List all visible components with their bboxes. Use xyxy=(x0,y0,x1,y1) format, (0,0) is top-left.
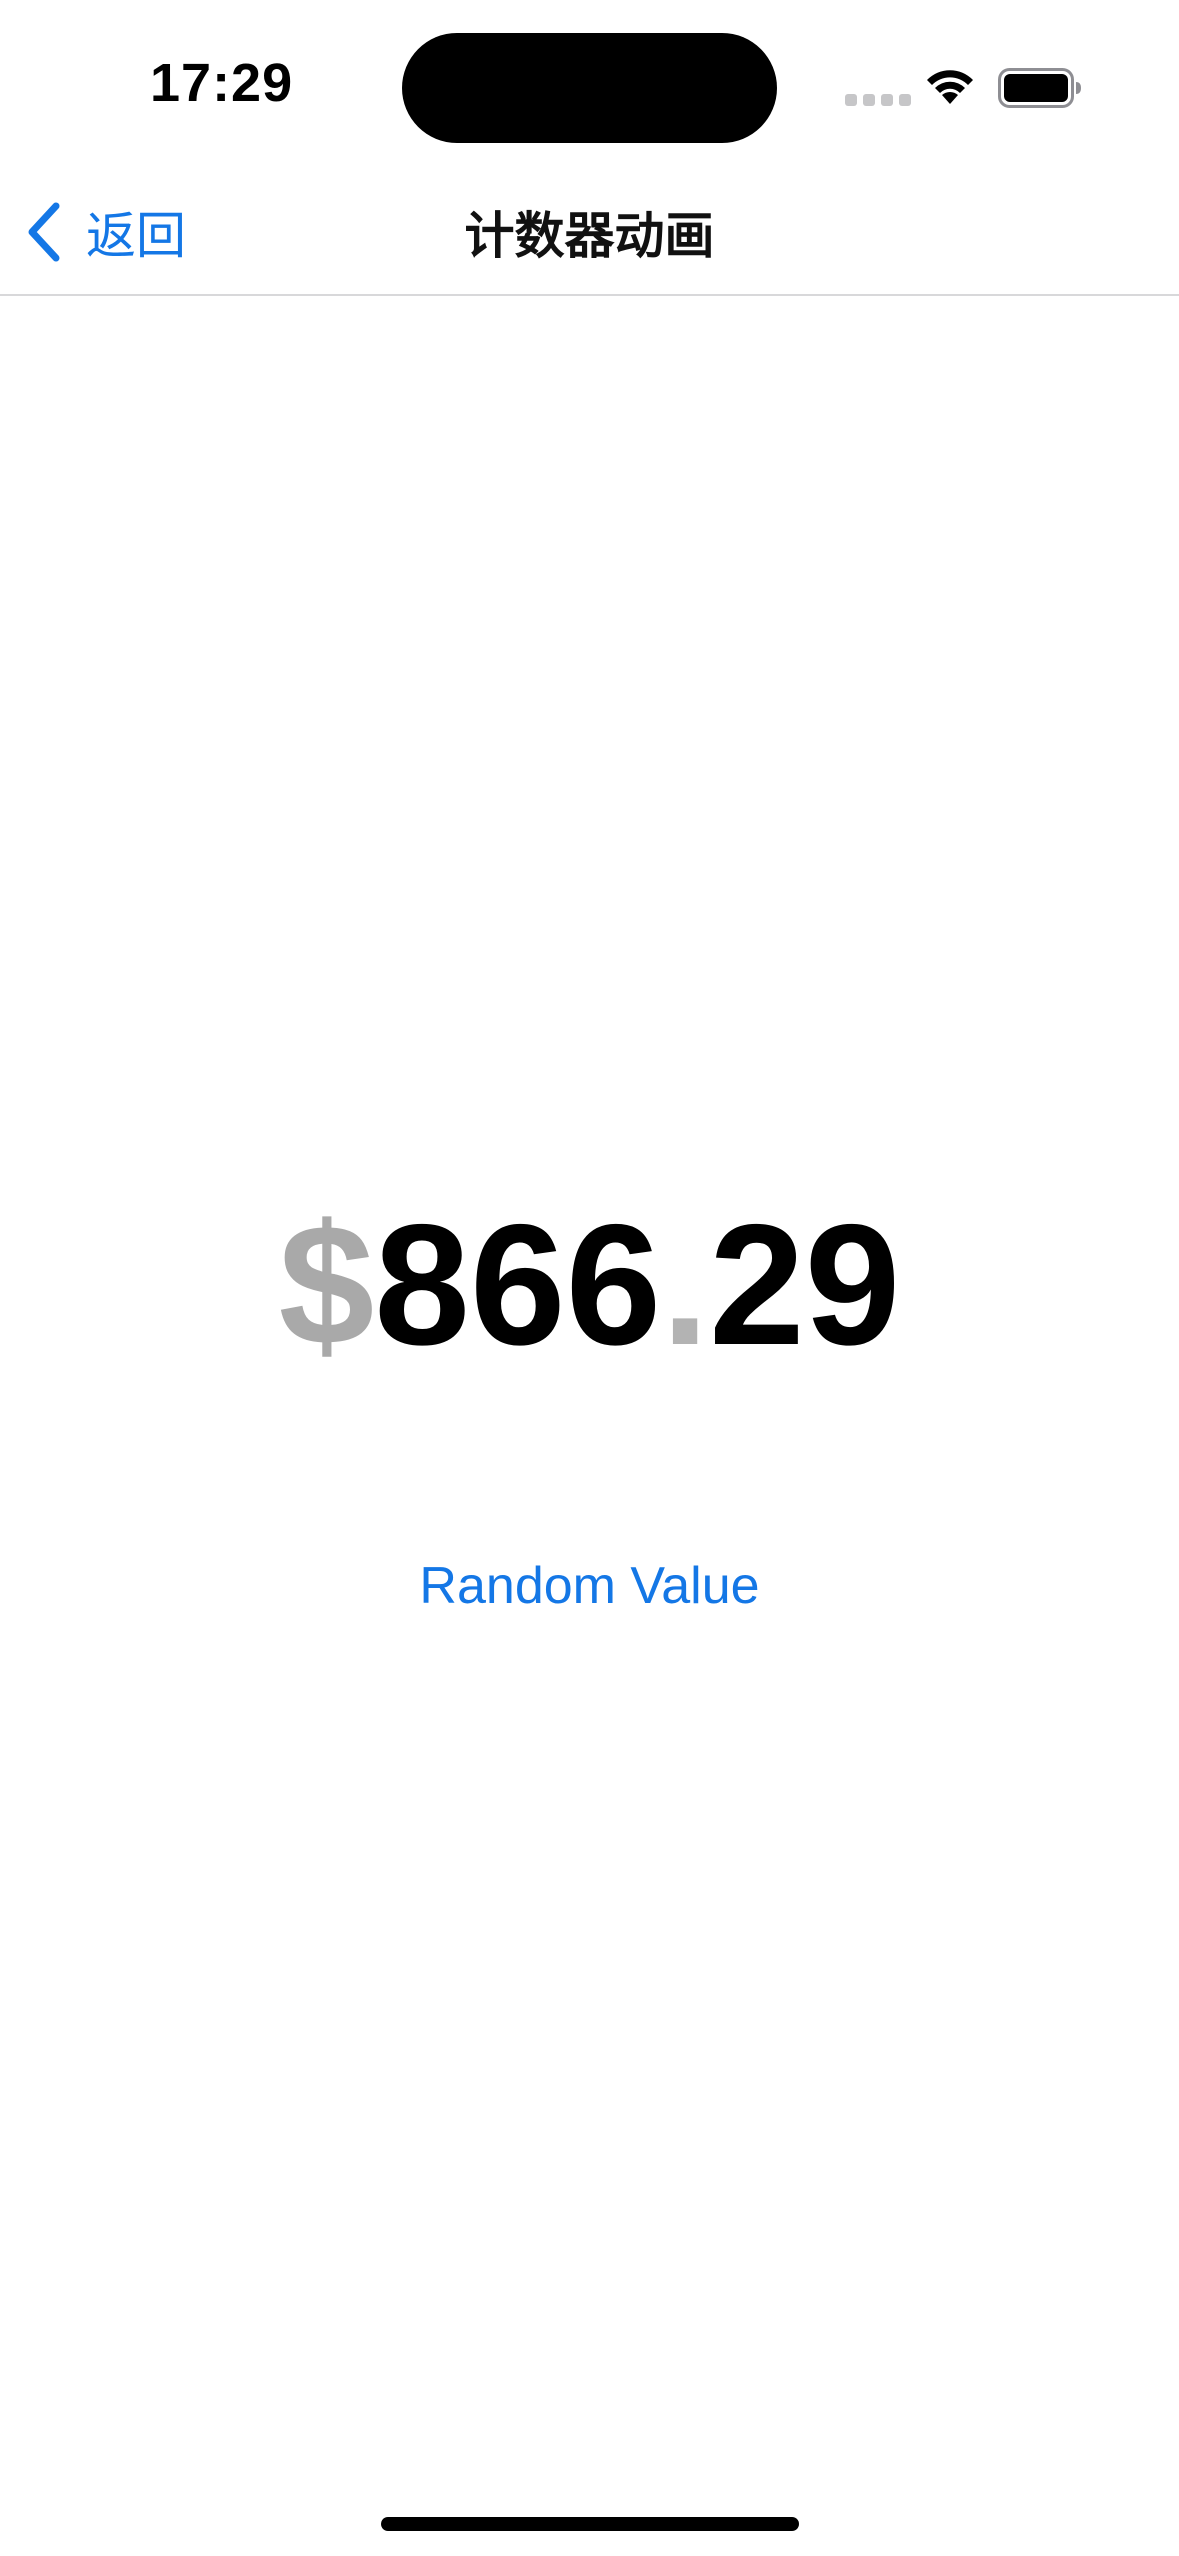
battery-icon xyxy=(998,68,1081,108)
random-value-button[interactable]: Random Value xyxy=(0,1556,1179,1616)
counter-fraction: 29 xyxy=(709,1189,901,1381)
status-bar: 17:29 xyxy=(0,0,1179,170)
decimal-point: . xyxy=(661,1189,710,1381)
status-time: 17:29 xyxy=(150,53,294,113)
wifi-icon xyxy=(927,70,973,104)
navigation-bar: 返回 计数器动画 xyxy=(0,170,1179,296)
home-indicator xyxy=(381,2517,799,2531)
counter-display: $ 866 . 29 xyxy=(0,1190,1179,1380)
counter-integer: 866 xyxy=(374,1189,662,1381)
page-title: 计数器动画 xyxy=(464,207,715,265)
currency-symbol: $ xyxy=(278,1189,375,1381)
dynamic-island xyxy=(402,33,777,143)
signal-dots-icon xyxy=(845,94,911,106)
